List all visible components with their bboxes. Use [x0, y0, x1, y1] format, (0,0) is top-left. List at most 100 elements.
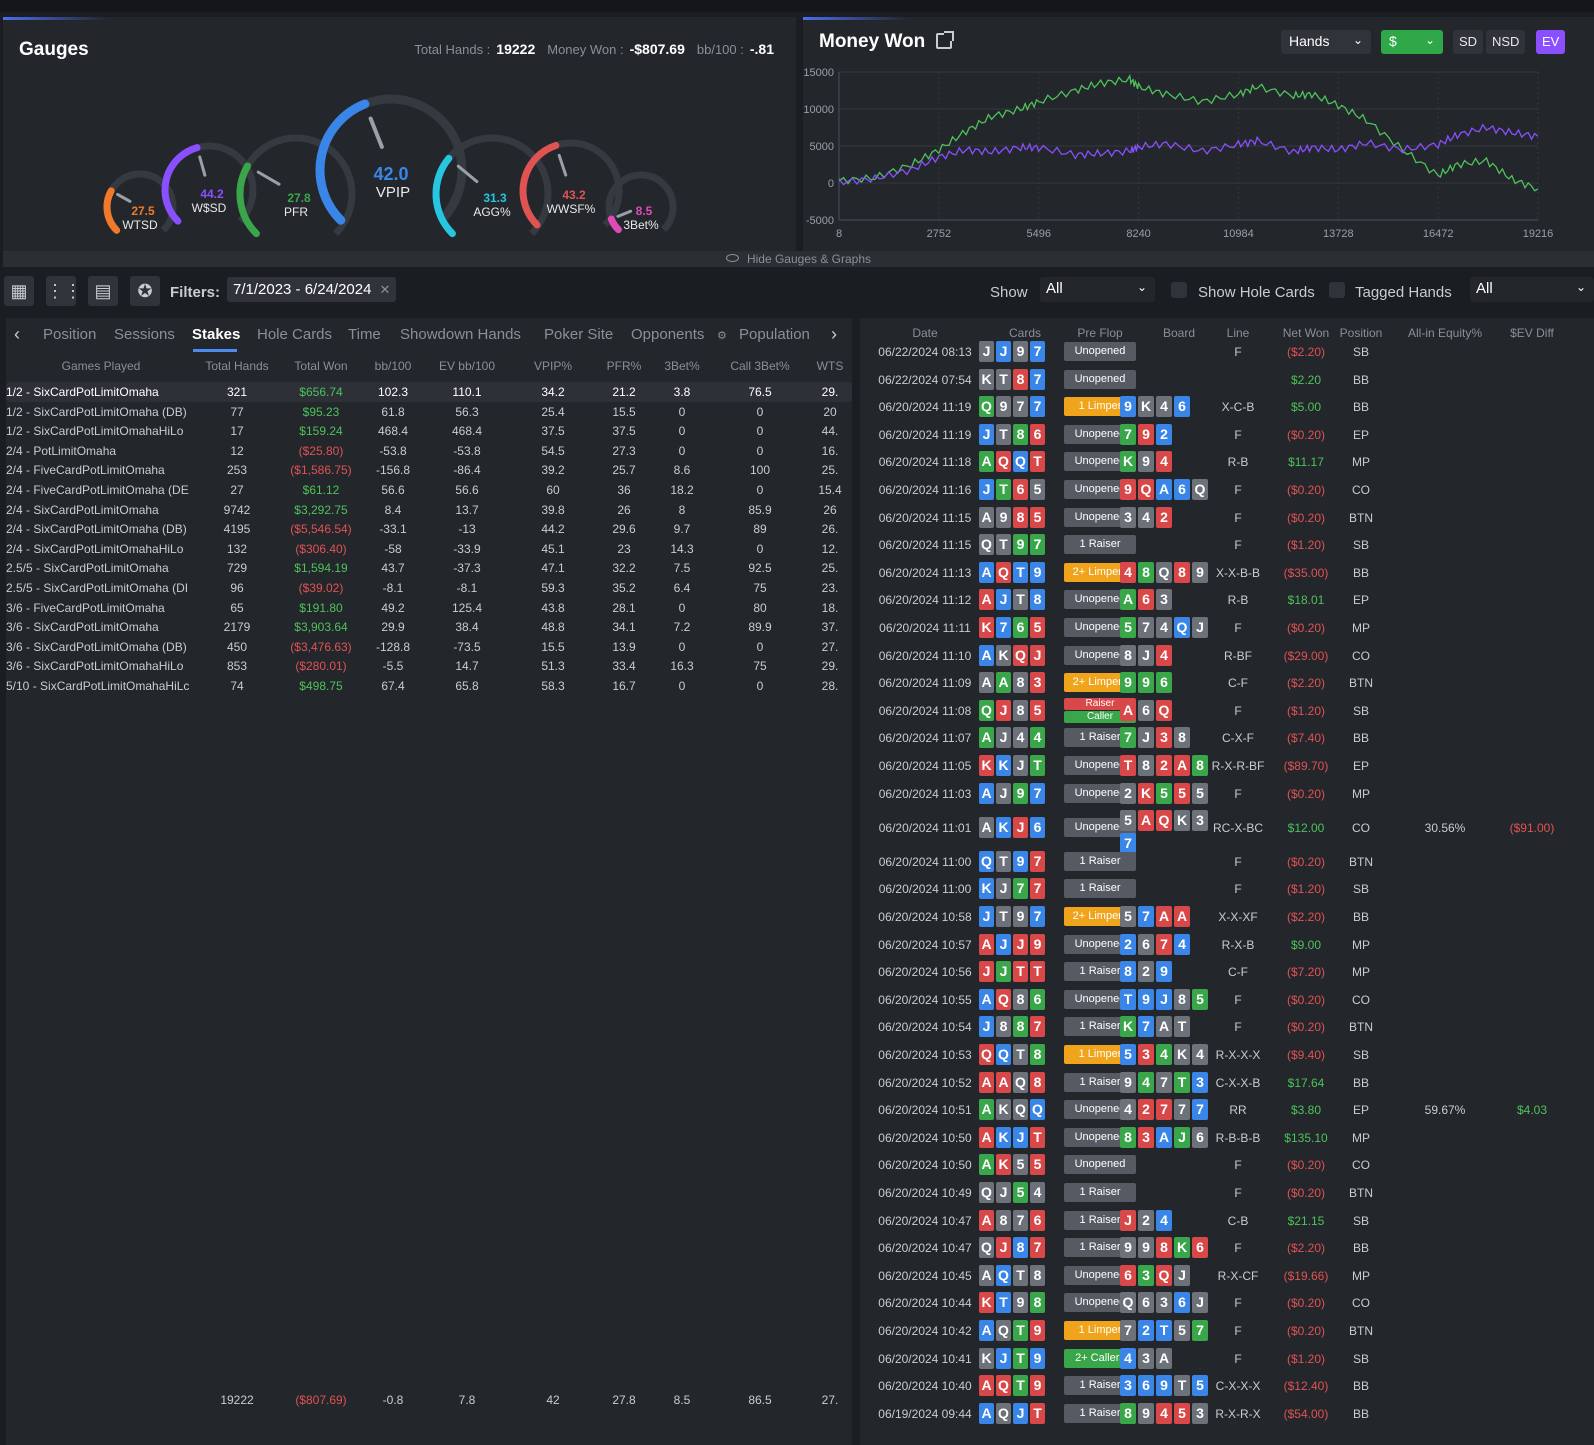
hand-row[interactable]: 06/20/2024 10:58 J T 9 7 2+ Limpers 5 7 A A X-X-XF…: [860, 903, 1594, 930]
hand-row[interactable]: 06/20/2024 10:53 Q Q T 8 1 Limper 5 3 4 K 4 R-X-X-X…: [860, 1041, 1594, 1068]
hand-row[interactable]: 06/20/2024 10:41 K J T 9 2+ Callers 4 3 A F ($1.20…: [860, 1345, 1594, 1372]
hand-row[interactable]: 06/20/2024 10:44 K T 9 8 Unopened Q 6 3 6 J F ($0.20…: [860, 1289, 1594, 1316]
tab-time[interactable]: Time: [348, 326, 381, 343]
table-row[interactable]: 2.5/5 - SixCardPotLimitOmaha (DI 96 ($39.0…: [6, 578, 852, 598]
hand-row[interactable]: 06/20/2024 11:05 K K J T Unopened T 8 2 A 8 R-X-R-B…: [860, 752, 1594, 779]
table-row[interactable]: 2/4 - FiveCardPotLimitOmaha 253 ($1,586.75…: [6, 460, 852, 480]
hand-row[interactable]: 06/20/2024 10:47 A 8 7 6 1 Raiser J 2 4 C-B $21.15…: [860, 1207, 1594, 1234]
hand-row[interactable]: 06/20/2024 11:11 K 7 6 5 Unopened 5 7 4 Q J F ($0.20…: [860, 614, 1594, 641]
table-row[interactable]: 2.5/5 - SixCardPotLimitOmaha 729 $1,594.19…: [6, 558, 852, 578]
tagged-hands-checkbox[interactable]: [1329, 282, 1345, 298]
table-row[interactable]: 3/6 - SixCardPotLimitOmaha (DB) 450 ($3,47…: [6, 637, 852, 657]
hand-row[interactable]: 06/20/2024 11:19 Q 9 7 7 1 Limper 9 K 4 6 X-C-B $5.…: [860, 393, 1594, 420]
sd-toggle[interactable]: SD: [1453, 30, 1484, 54]
card: A: [979, 1126, 994, 1148]
tab-sessions[interactable]: Sessions: [114, 326, 175, 343]
board-cards: 43A: [1120, 1347, 1212, 1369]
gear-icon[interactable]: ⚙: [717, 329, 727, 342]
hand-row[interactable]: 06/20/2024 10:54 J 8 8 7 1 Raiser K 7 A T F ($0.20)…: [860, 1013, 1594, 1040]
x-axis-select[interactable]: Hands ⌄: [1281, 30, 1371, 54]
hand-row[interactable]: 06/19/2024 09:44 A Q J T 1 Raiser 8 9 4 5 3 R-X-R-X…: [860, 1400, 1594, 1427]
grid-icon[interactable]: ⋮⋮: [46, 276, 82, 306]
hand-row[interactable]: 06/20/2024 11:07 A J 4 4 1 Raiser 7 J 3 8 C-X-F ($7…: [860, 724, 1594, 751]
calculator-icon[interactable]: ▦: [4, 276, 34, 306]
unit-select[interactable]: $ ⌄: [1381, 30, 1443, 54]
ev-toggle[interactable]: EV: [1536, 30, 1566, 54]
table-row[interactable]: 5/10 - SixCardPotLimitOmahaHiLc 74 $498.75…: [6, 676, 852, 696]
hand-row[interactable]: 06/20/2024 11:13 A Q T 9 2+ Limpers 4 8 Q 8 9 X-X-B…: [860, 559, 1594, 586]
hand-row[interactable]: 06/20/2024 10:45 A Q T 8 Unopened 6 3 Q J R-X-CF ($…: [860, 1262, 1594, 1289]
position: SB: [1352, 1048, 1369, 1062]
table-row[interactable]: 1/2 - SixCardPotLimitOmaha 321 $656.74 102.…: [6, 382, 852, 402]
tab-opponents[interactable]: Opponents: [631, 326, 704, 343]
show-dropdown[interactable]: All ⌄: [1040, 277, 1155, 302]
hand-row[interactable]: 06/20/2024 11:08 Q J 8 5 Raiser Caller A 6 Q F ($1.…: [860, 697, 1594, 724]
card: J: [1030, 644, 1045, 666]
position: SB: [1352, 703, 1369, 718]
hand-date: 06/20/2024 11:19: [878, 427, 972, 442]
hand-row[interactable]: 06/20/2024 11:09 A A 8 3 2+ Limpers 9 9 6 C-F ($2.…: [860, 669, 1594, 696]
hand-row[interactable]: 06/20/2024 11:19 J T 8 6 Unopened 7 9 2 F ($0.20) E…: [860, 421, 1594, 448]
hand-row[interactable]: 06/20/2024 10:55 A Q 8 6 Unopened T 9 J 8 5 F ($0.20…: [860, 986, 1594, 1013]
table-row[interactable]: 2/4 - SixCardPotLimitOmaha 9742 $3,292.75 8…: [6, 500, 852, 520]
table-row[interactable]: 1/2 - SixCardPotLimitOmaha (DB) 77 $95.23 6…: [6, 402, 852, 422]
card: A: [979, 1209, 994, 1231]
hand-row[interactable]: 06/20/2024 10:51 A K Q Q Unopened 4 2 7 7 7 RR $3.80…: [860, 1096, 1594, 1123]
chevron-right-icon[interactable]: ›: [831, 324, 837, 345]
hand-row[interactable]: 06/20/2024 10:50 A K 5 5 Unopened F ($0.20) CO: [860, 1151, 1594, 1178]
hand-row[interactable]: 06/20/2024 11:15 Q T 9 7 1 Raiser F ($1.20) SB: [860, 531, 1594, 558]
tab-hole-cards[interactable]: Hole Cards: [257, 326, 332, 343]
hand-row[interactable]: 06/20/2024 10:57 A J J 9 Unopened 2 6 7 4 R-X-B $9.…: [860, 931, 1594, 958]
hand-row[interactable]: 06/20/2024 11:03 A J 9 7 Unopened 2 K 5 5 5 F ($0.20…: [860, 780, 1594, 807]
poker-chip-icon[interactable]: ✪: [130, 276, 160, 306]
hand-row[interactable]: 06/20/2024 11:10 A K Q J Unopened 8 J 4 R-BF ($29.…: [860, 642, 1594, 669]
hand-row[interactable]: 06/20/2024 11:00 Q T 9 7 1 Raiser F ($0.20) BTN: [860, 848, 1594, 875]
hand-row[interactable]: 06/20/2024 11:16 J T 6 5 Unopened 9 Q A 6 Q F ($0.20…: [860, 476, 1594, 503]
hand-date: 06/20/2024 11:13: [878, 565, 972, 580]
tab-stakes[interactable]: Stakes: [192, 326, 240, 343]
layout-icon[interactable]: ▤: [88, 276, 118, 306]
hand-row[interactable]: 06/20/2024 11:00 K J 7 7 1 Raiser F ($1.20) SB: [860, 875, 1594, 902]
table-row[interactable]: 3/6 - SixCardPotLimitOmahaHiLo 853 ($280.0…: [6, 656, 852, 676]
hand-row[interactable]: 06/20/2024 10:50 A K J T Unopened 8 3 A J 6 R-B-B-B…: [860, 1124, 1594, 1151]
betting-line: R-B: [1227, 455, 1249, 470]
card: A: [1156, 1126, 1172, 1148]
hand-row[interactable]: 06/20/2024 10:40 A Q T 9 1 Raiser 3 6 9 T 5 C-X-X-X…: [860, 1372, 1594, 1399]
tab-showdown-hands[interactable]: Showdown Hands: [400, 326, 521, 343]
table-row[interactable]: 3/6 - FiveCardPotLimitOmaha 65 $191.80 49.2…: [6, 598, 852, 618]
hand-row[interactable]: 06/20/2024 10:49 Q J 5 4 1 Raiser F ($0.20) BTN: [860, 1179, 1594, 1206]
table-row[interactable]: 1/2 - SixCardPotLimitOmahaHiLo 17 $159.24 4…: [6, 421, 852, 441]
tab-position[interactable]: Position: [43, 326, 96, 343]
table-row[interactable]: 3/6 - SixCardPotLimitOmaha 2179 $3,903.64 2…: [6, 617, 852, 637]
nsd-toggle[interactable]: NSD: [1486, 30, 1526, 54]
chevron-left-icon[interactable]: ‹: [14, 324, 20, 345]
gauge-needle: [116, 192, 132, 203]
tagged-hands-dropdown[interactable]: All ⌄: [1470, 277, 1594, 302]
betting-line: F: [1234, 427, 1242, 442]
show-hole-cards-checkbox[interactable]: [1171, 282, 1187, 298]
hand-row[interactable]: 06/20/2024 10:47 Q J 8 7 1 Raiser 9 9 8 K 6 F ($2.20…: [860, 1234, 1594, 1261]
hand-row[interactable]: 06/20/2024 10:42 A Q T 9 1 Limper 7 2 T 5 7 F ($0.20…: [860, 1317, 1594, 1344]
hand-row[interactable]: 06/20/2024 11:18 A Q Q T Unopened K 9 4 R-B $11.17…: [860, 448, 1594, 475]
card: 9: [1013, 1292, 1028, 1314]
totals-row[interactable]: 19222 ($807.69) -0.8 7.8 42 27.8 8.5 86.5 27.: [6, 1390, 852, 1410]
table-row[interactable]: 2/4 - SixCardPotLimitOmaha (DB) 4195 ($5,5…: [6, 519, 852, 539]
tab-population[interactable]: Population: [739, 326, 810, 343]
hand-row[interactable]: 06/20/2024 11:12 A J T 8 Unopened A 6 3 R-B $18.01…: [860, 586, 1594, 613]
hand-row[interactable]: 06/20/2024 10:56 J J T T 1 Raiser 8 2 9 C-F ($7.20…: [860, 958, 1594, 985]
hand-row[interactable]: 06/20/2024 10:52 A A Q 8 1 Raiser 9 4 7 T 3 C-X-X-B…: [860, 1069, 1594, 1096]
hand-row[interactable]: 06/20/2024 11:15 A 9 8 5 Unopened 3 4 2 F ($0.20) B…: [860, 504, 1594, 531]
hand-row[interactable]: 06/22/2024 08:13 J J 9 7 Unopened F ($2.20) SB: [860, 338, 1594, 365]
hand-row[interactable]: 06/22/2024 07:54 K T 8 7 Unopened $2.20 BB: [860, 366, 1594, 393]
tab-poker-site[interactable]: Poker Site: [544, 326, 613, 343]
net-won: ($1.20): [1286, 882, 1326, 897]
external-link-icon[interactable]: [936, 31, 954, 49]
hide-gauges-toggle[interactable]: Hide Gauges & Graphs: [3, 251, 1594, 267]
table-row[interactable]: 2/4 - FiveCardPotLimitOmaha (DE 27 $61.12 5…: [6, 480, 852, 500]
close-icon[interactable]: ✕: [379, 282, 390, 297]
table-row[interactable]: 2/4 - PotLimitOmaha 12 ($25.80) -53.8 -53.8 5…: [6, 441, 852, 461]
table-row[interactable]: 2/4 - SixCardPotLimitOmahaHiLo 132 ($306.4…: [6, 539, 852, 559]
date-filter-chip[interactable]: 7/1/2023 - 6/24/2024 ✕: [227, 277, 397, 302]
table-cell: 0: [756, 639, 764, 654]
hand-row[interactable]: 06/20/2024 11:01 A K J 6 Unopened 5 A Q K 3 7 RC-X-B…: [860, 807, 1594, 855]
